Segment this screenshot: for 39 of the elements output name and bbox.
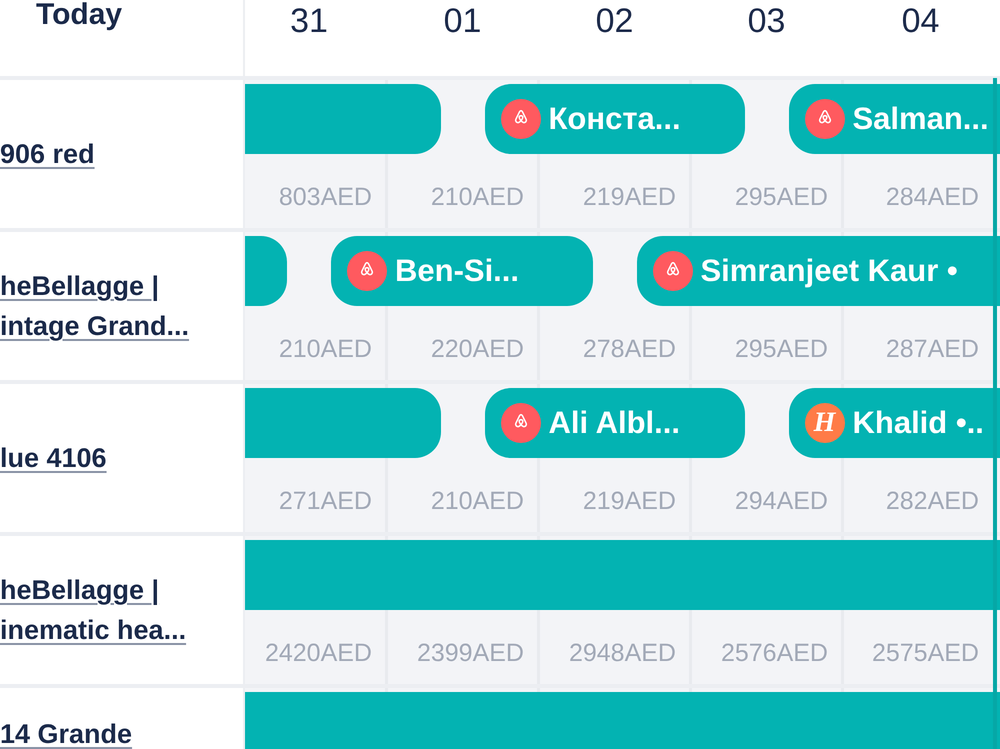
price-label: 803AED	[278, 182, 372, 212]
date-label: 02	[596, 1, 634, 42]
airbnb-logo-icon	[804, 99, 844, 139]
price-label: 271AED	[278, 486, 372, 516]
price-label: 2575AED	[872, 638, 979, 668]
airbnb-logo-icon	[652, 251, 692, 291]
price-label: 294AED	[734, 486, 828, 516]
date-label: 04	[902, 1, 940, 42]
price-label: 278AED	[582, 334, 676, 364]
today-button[interactable]: Today	[0, 0, 122, 30]
date-label: 01	[444, 1, 482, 42]
price-label: 210AED	[430, 486, 524, 516]
booking-bar[interactable]	[245, 84, 440, 154]
price-label: 2399AED	[416, 638, 524, 668]
price-label: 210AED	[278, 334, 372, 364]
price-label: 295AED	[734, 334, 828, 364]
booking-bar[interactable]	[245, 388, 440, 458]
price-label: 2420AED	[264, 638, 372, 668]
price-label: 210AED	[430, 182, 524, 212]
airbnb-logo-icon	[347, 251, 387, 291]
booking-bar[interactable]	[245, 692, 1000, 749]
price-label: 2576AED	[720, 638, 828, 668]
booking-bar[interactable]	[245, 540, 1000, 610]
price-label: 287AED	[886, 334, 979, 364]
price-label: 219AED	[582, 182, 676, 212]
booking-bar[interactable]	[245, 236, 287, 306]
date-label: 03	[748, 1, 786, 42]
price-label: 2948AED	[568, 638, 676, 668]
price-label: 295AED	[734, 182, 828, 212]
listing-link[interactable]: lue 4106	[0, 438, 107, 478]
price-label: 282AED	[886, 486, 979, 516]
date-label: 31	[290, 1, 328, 42]
airbnb-logo-icon	[500, 403, 540, 443]
price-label: 220AED	[430, 334, 524, 364]
airbnb-logo-icon	[500, 99, 540, 139]
price-label: 284AED	[886, 182, 979, 212]
monogram-icon: H	[804, 403, 844, 443]
price-label: 219AED	[582, 486, 676, 516]
listing-link[interactable]: 906 red	[0, 134, 95, 174]
